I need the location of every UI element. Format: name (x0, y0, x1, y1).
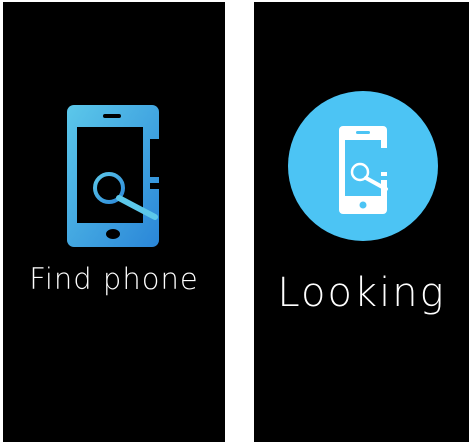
phone-search-icon[interactable] (67, 105, 167, 247)
find-phone-screen[interactable]: Find phone (3, 2, 225, 442)
looking-label: Looking (277, 270, 446, 316)
phone-search-circle-icon (288, 86, 438, 246)
find-phone-label: Find phone (29, 262, 199, 296)
looking-screen: Looking (254, 2, 469, 442)
watch-screens: Find phone Looking (0, 0, 471, 444)
